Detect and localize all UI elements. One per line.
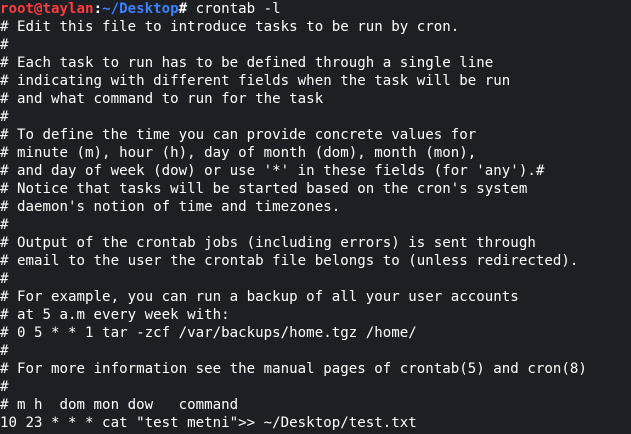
output-line: #: [0, 109, 9, 125]
output-line: # and day of week (dow) or use '*' in th…: [0, 163, 545, 179]
output-line: # Each task to run has to be defined thr…: [0, 55, 494, 71]
output-line: # Output of the crontab jobs (including …: [0, 235, 536, 251]
output-line: #: [0, 37, 9, 53]
prompt-symbol: #: [178, 1, 196, 17]
output-line: # m h dom mon dow command: [0, 397, 239, 413]
output-line: #: [0, 217, 9, 233]
prompt-user-host: root@taylan: [0, 1, 94, 17]
output-line: # indicating with different fields when …: [0, 73, 511, 89]
output-line: # minute (m), hour (h), day of month (do…: [0, 145, 477, 161]
output-line: # For example, you can run a backup of a…: [0, 289, 519, 305]
output-line: #: [0, 271, 9, 287]
terminal-window[interactable]: root@taylan:~/Desktop# crontab -l # Edit…: [0, 0, 631, 434]
output-line: # email to the user the crontab file bel…: [0, 253, 579, 269]
output-line: # To define the time you can provide con…: [0, 127, 477, 143]
output-line: #: [0, 343, 9, 359]
output-line: # daemon's notion of time and timezones.: [0, 199, 341, 215]
output-line: # Notice that tasks will be started base…: [0, 181, 528, 197]
prompt-path: ~/Desktop: [102, 1, 179, 17]
output-line: # For more information see the manual pa…: [0, 361, 587, 377]
output-line: # Edit this file to introduce tasks to b…: [0, 19, 460, 35]
prompt-separator: :: [93, 1, 103, 17]
output-line: # at 5 a.m every week with:: [0, 307, 230, 323]
prompt-line: root@taylan:~/Desktop# crontab -l: [0, 0, 281, 18]
output-line: # 0 5 * * 1 tar -zcf /var/backups/home.t…: [0, 325, 417, 341]
command-text: crontab -l: [195, 1, 281, 17]
output-line: # and what command to run for the task: [0, 91, 324, 107]
crontab-entry-line: 10 23 * * * cat "test metni">> ~/Desktop…: [0, 415, 417, 431]
output-line: #: [0, 379, 9, 395]
